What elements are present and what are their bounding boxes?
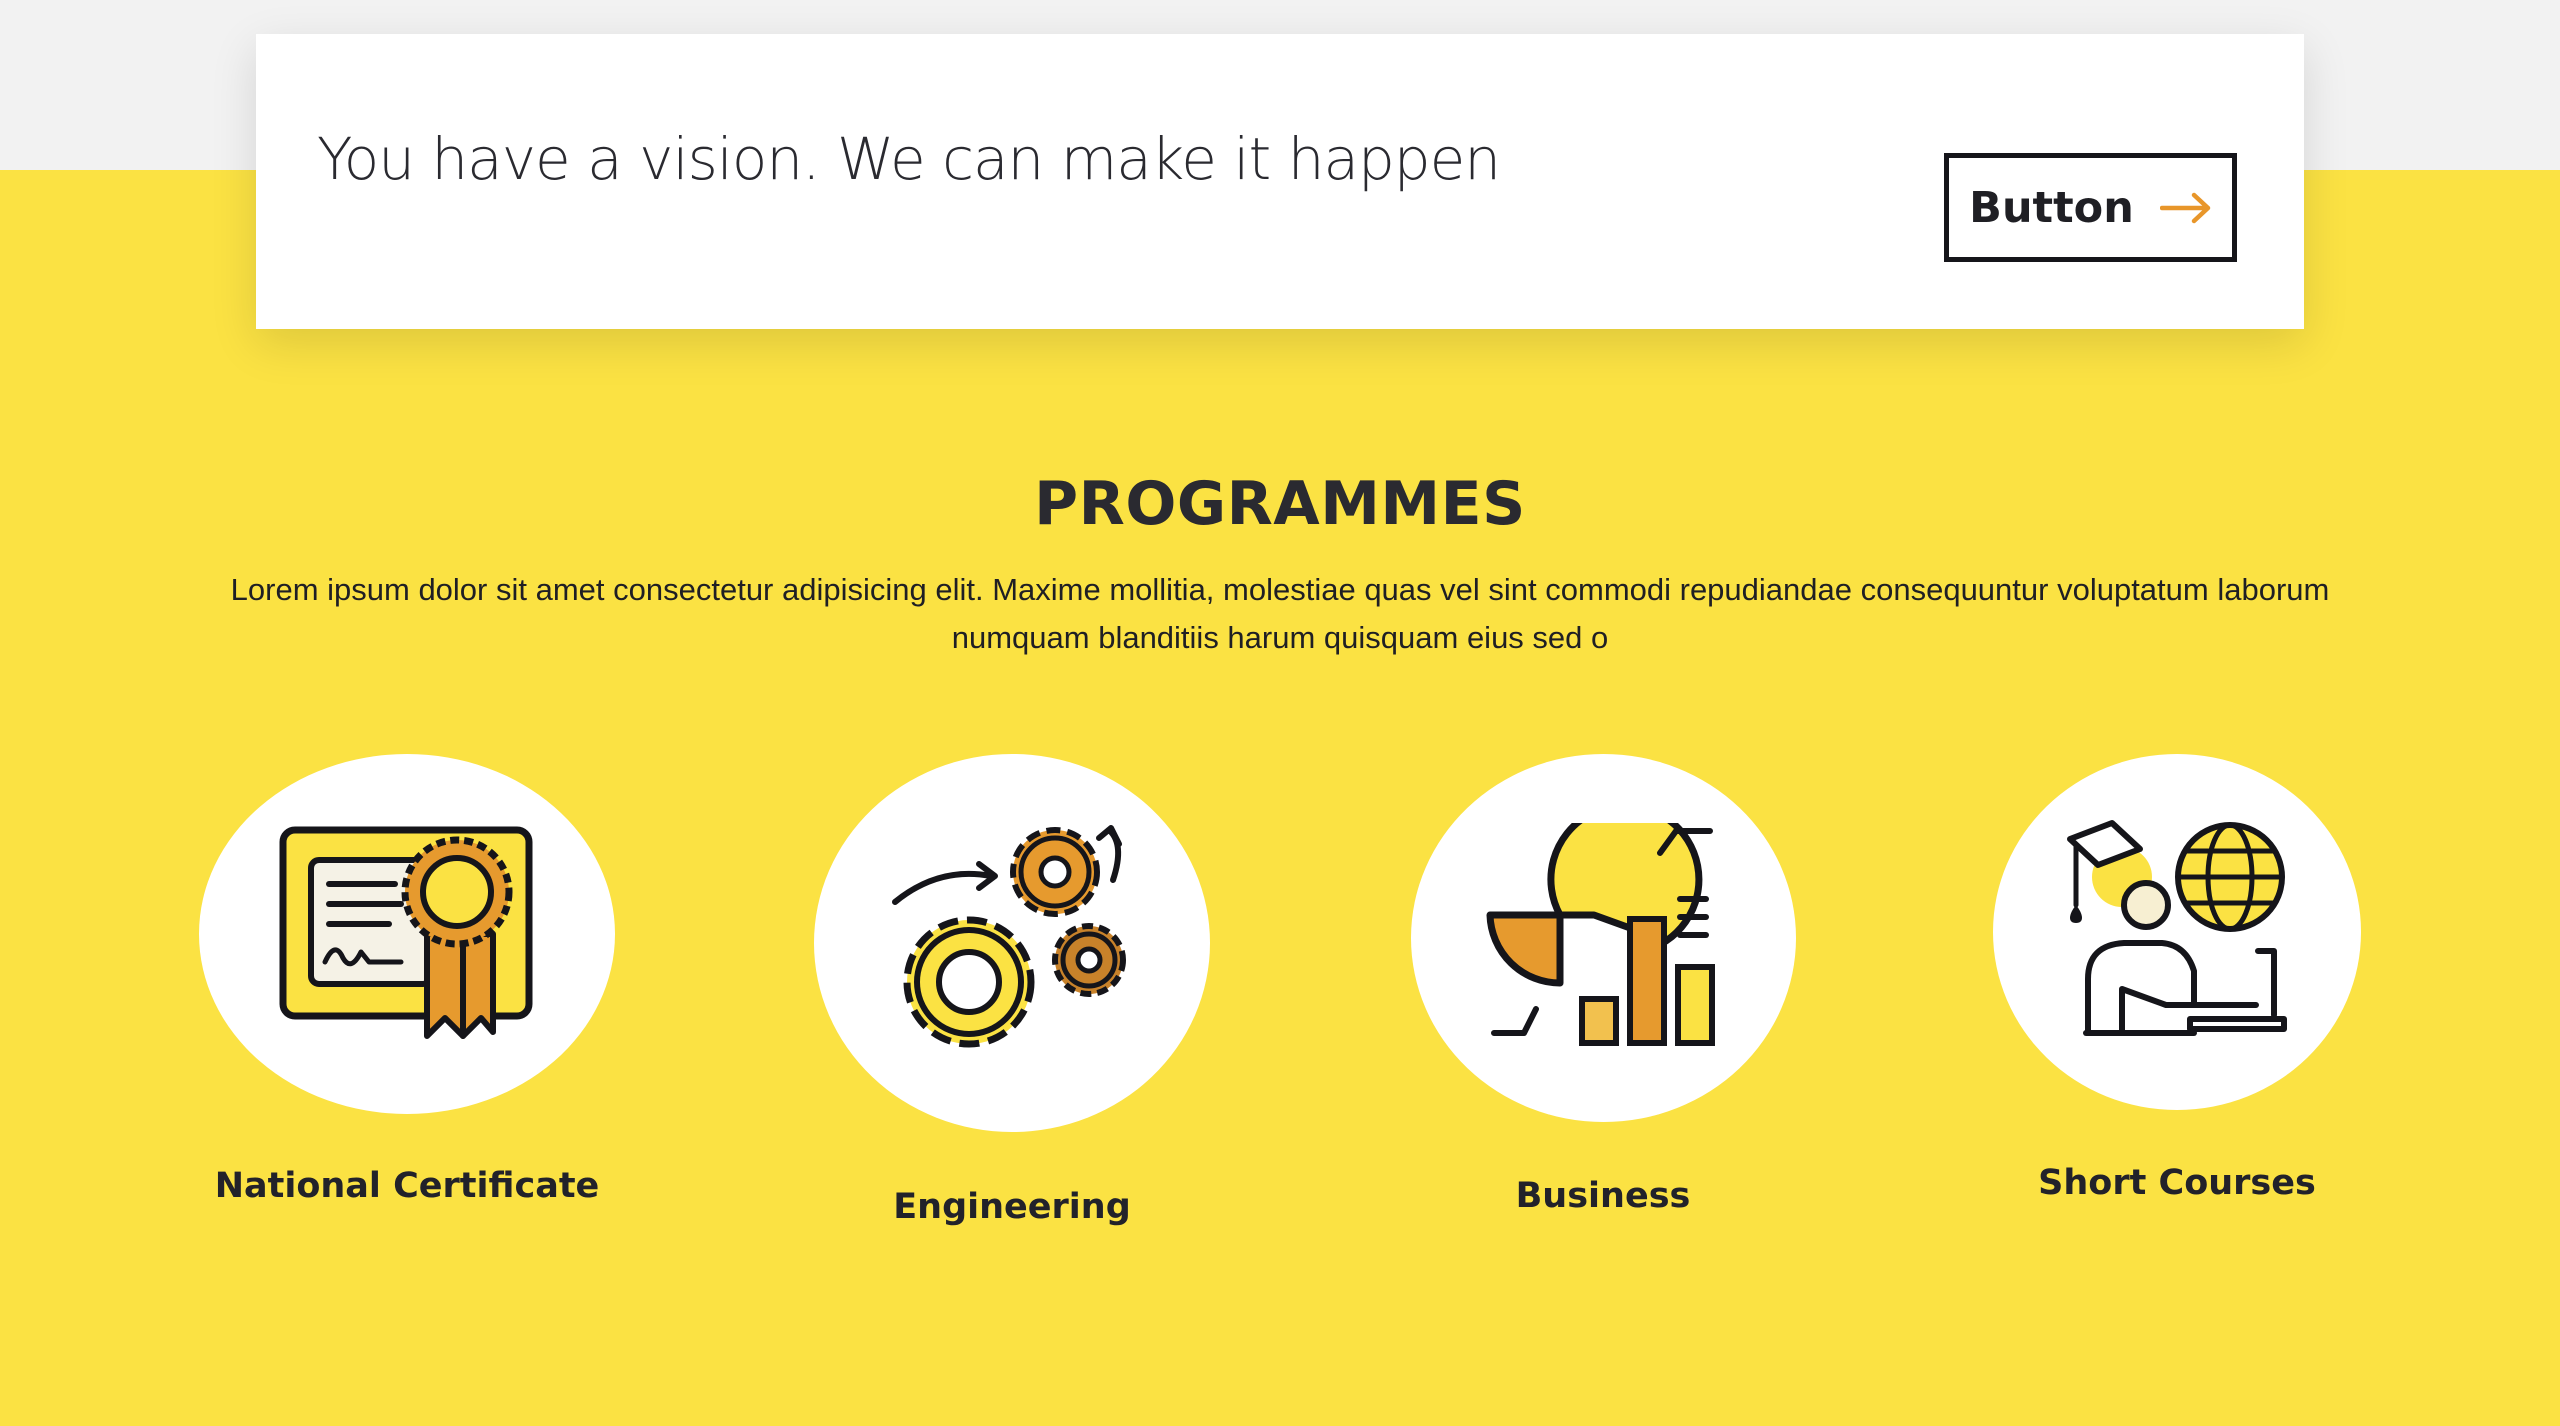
certificate-icon (279, 826, 533, 1039)
program-label: Business (1515, 1176, 1691, 1216)
program-card-business[interactable] (1411, 754, 1796, 1122)
cta-button[interactable]: Button (1944, 153, 2237, 262)
online-learning-icon (2067, 820, 2287, 1036)
program-label: Engineering (893, 1187, 1131, 1227)
section-description: Lorem ipsum dolor sit amet consectetur a… (230, 572, 2330, 655)
cta-headline: You have a vision. We can make it happen (317, 125, 1501, 193)
program-label: Short Courses (2038, 1163, 2316, 1203)
cta-card: You have a vision. We can make it happen… (256, 34, 2304, 329)
program-card-national-certificate[interactable] (199, 754, 615, 1114)
program-card-short-courses[interactable] (1993, 754, 2361, 1110)
program-label: National Certificate (214, 1166, 600, 1206)
business-chart-icon (1486, 823, 1715, 1046)
cta-button-label: Button (1969, 182, 2134, 233)
program-card-engineering[interactable] (814, 754, 1210, 1132)
section-title: PROGRAMMES (1034, 469, 1526, 539)
gears-icon (892, 825, 1126, 1048)
arrow-right-icon (2159, 192, 2211, 223)
